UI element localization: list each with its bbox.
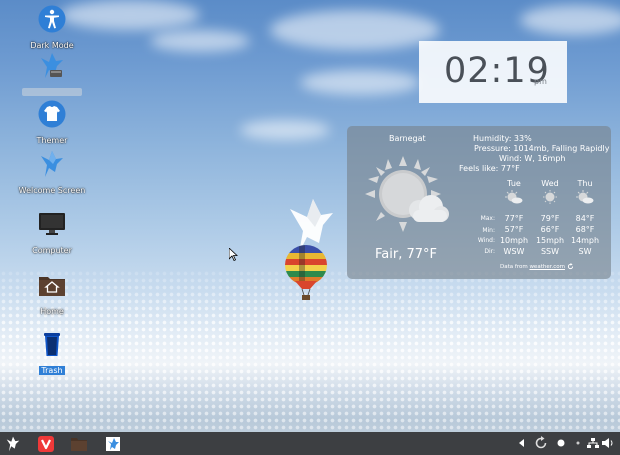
trash-icon <box>44 333 60 356</box>
bird-drive-icon <box>41 53 63 78</box>
desktop-icon-drive[interactable] <box>12 52 92 96</box>
forecast-min: 66°F <box>540 225 560 234</box>
vivaldi-button[interactable] <box>35 434 57 453</box>
forecast-day-label: Thu <box>577 179 593 188</box>
tray-network[interactable] <box>586 435 600 451</box>
welcome-button[interactable] <box>102 434 124 453</box>
weather-location: Barnegat <box>389 134 426 143</box>
row-label-dir: Dir: <box>484 248 495 255</box>
tray-misc[interactable] <box>572 435 584 451</box>
forecast-max: 77°F <box>504 214 524 223</box>
tray-expand[interactable] <box>517 435 527 451</box>
forecast-min: 57°F <box>504 225 524 234</box>
sun-icon <box>543 190 557 204</box>
partly-cloudy-icon <box>505 190 523 204</box>
forecast-wind: 15mph <box>535 236 565 245</box>
forecast-day: Thu <box>568 179 602 206</box>
forecast-day-label: Wed <box>541 179 559 188</box>
files-folder-icon <box>71 437 87 451</box>
clock-widget: 02:19 pm <box>419 41 567 103</box>
forecast-day: Tue <box>497 179 531 206</box>
sun-cloud-icon <box>365 156 449 232</box>
forecast-dir: SW <box>578 247 592 256</box>
forecast-max: 84°F <box>575 214 595 223</box>
tray-volume[interactable] <box>601 435 615 451</box>
forecast-wind: 14mph <box>570 236 600 245</box>
vivaldi-icon <box>38 435 54 452</box>
dot-icon <box>576 441 580 445</box>
volume-icon <box>602 438 613 448</box>
pressure-text: Pressure: 1014mb, Falling Rapidly <box>474 144 610 153</box>
forecast-max: 79°F <box>540 214 560 223</box>
weather-condition: Fair, 77°F <box>375 247 437 262</box>
icon-label: Welcome Screen <box>18 186 86 195</box>
row-label-max: Max: <box>480 215 495 222</box>
weather-details: Humidity: 33% Pressure: 1014mb, Falling … <box>459 134 609 174</box>
tshirt-icon <box>38 100 66 128</box>
icon-label: Dark Mode <box>30 41 74 50</box>
tray-indicator[interactable] <box>556 435 566 451</box>
network-icon <box>587 438 599 448</box>
forecast-dir: SSW <box>540 247 560 256</box>
desktop-icon-themer[interactable]: Themer <box>12 100 92 147</box>
source-prefix: Data from <box>500 264 528 270</box>
desktop-icon-computer[interactable]: Computer <box>12 210 92 257</box>
icon-label: Themer <box>36 136 68 145</box>
mouse-cursor <box>229 248 238 261</box>
partly-cloudy-icon <box>576 190 594 204</box>
dot-icon <box>557 439 565 447</box>
refresh-icon <box>535 436 547 449</box>
desktop-icon-dark-mode[interactable]: Dark Mode <box>12 5 92 52</box>
welcome-bird-icon <box>106 436 120 451</box>
desktop-icon-welcome-screen[interactable]: Welcome Screen <box>12 150 92 197</box>
forecast-wind: 10mph <box>499 236 529 245</box>
files-button[interactable] <box>68 434 90 453</box>
icon-label: Computer <box>32 246 72 255</box>
home-folder-icon <box>39 277 65 296</box>
forecast-min: 68°F <box>575 225 595 234</box>
forecast-day-label: Tue <box>507 179 521 188</box>
weather-widget: Barnegat Fair, 77°F Humidity: 33% Pressu… <box>347 126 611 279</box>
balloon-image <box>285 245 327 300</box>
app-menu-button[interactable] <box>2 434 24 453</box>
monitor-icon <box>39 213 65 235</box>
row-label-min: Min: <box>482 227 495 234</box>
tray-sync[interactable] <box>532 435 550 451</box>
taskbar <box>0 432 620 455</box>
icon-label: Home <box>40 307 64 316</box>
refresh-icon[interactable] <box>567 263 574 270</box>
desktop-icon-home[interactable]: Home <box>12 271 92 318</box>
row-label-wind: Wind: <box>477 237 495 244</box>
humidity-text: Humidity: 33% <box>473 134 532 143</box>
desktop[interactable]: Dark Mode Themer Welcome Screen Computer… <box>0 0 620 455</box>
icon-label: Trash <box>39 366 65 375</box>
forecast-dir: WSW <box>503 247 525 256</box>
chevron-left-icon <box>519 439 524 447</box>
bird-icon <box>41 151 63 177</box>
weather-source: Data from weather.com <box>500 263 574 270</box>
feels-like-text: Feels like: 77°F <box>459 164 520 173</box>
source-link[interactable]: weather.com <box>529 264 565 270</box>
desktop-icon-trash[interactable]: Trash <box>12 330 92 377</box>
menu-bird-icon <box>6 436 20 451</box>
forecast-day: Wed <box>533 179 567 206</box>
clock-ampm: pm <box>534 77 547 86</box>
accessibility-icon <box>38 5 66 33</box>
wind-text: Wind: W, 16mph <box>499 154 566 163</box>
